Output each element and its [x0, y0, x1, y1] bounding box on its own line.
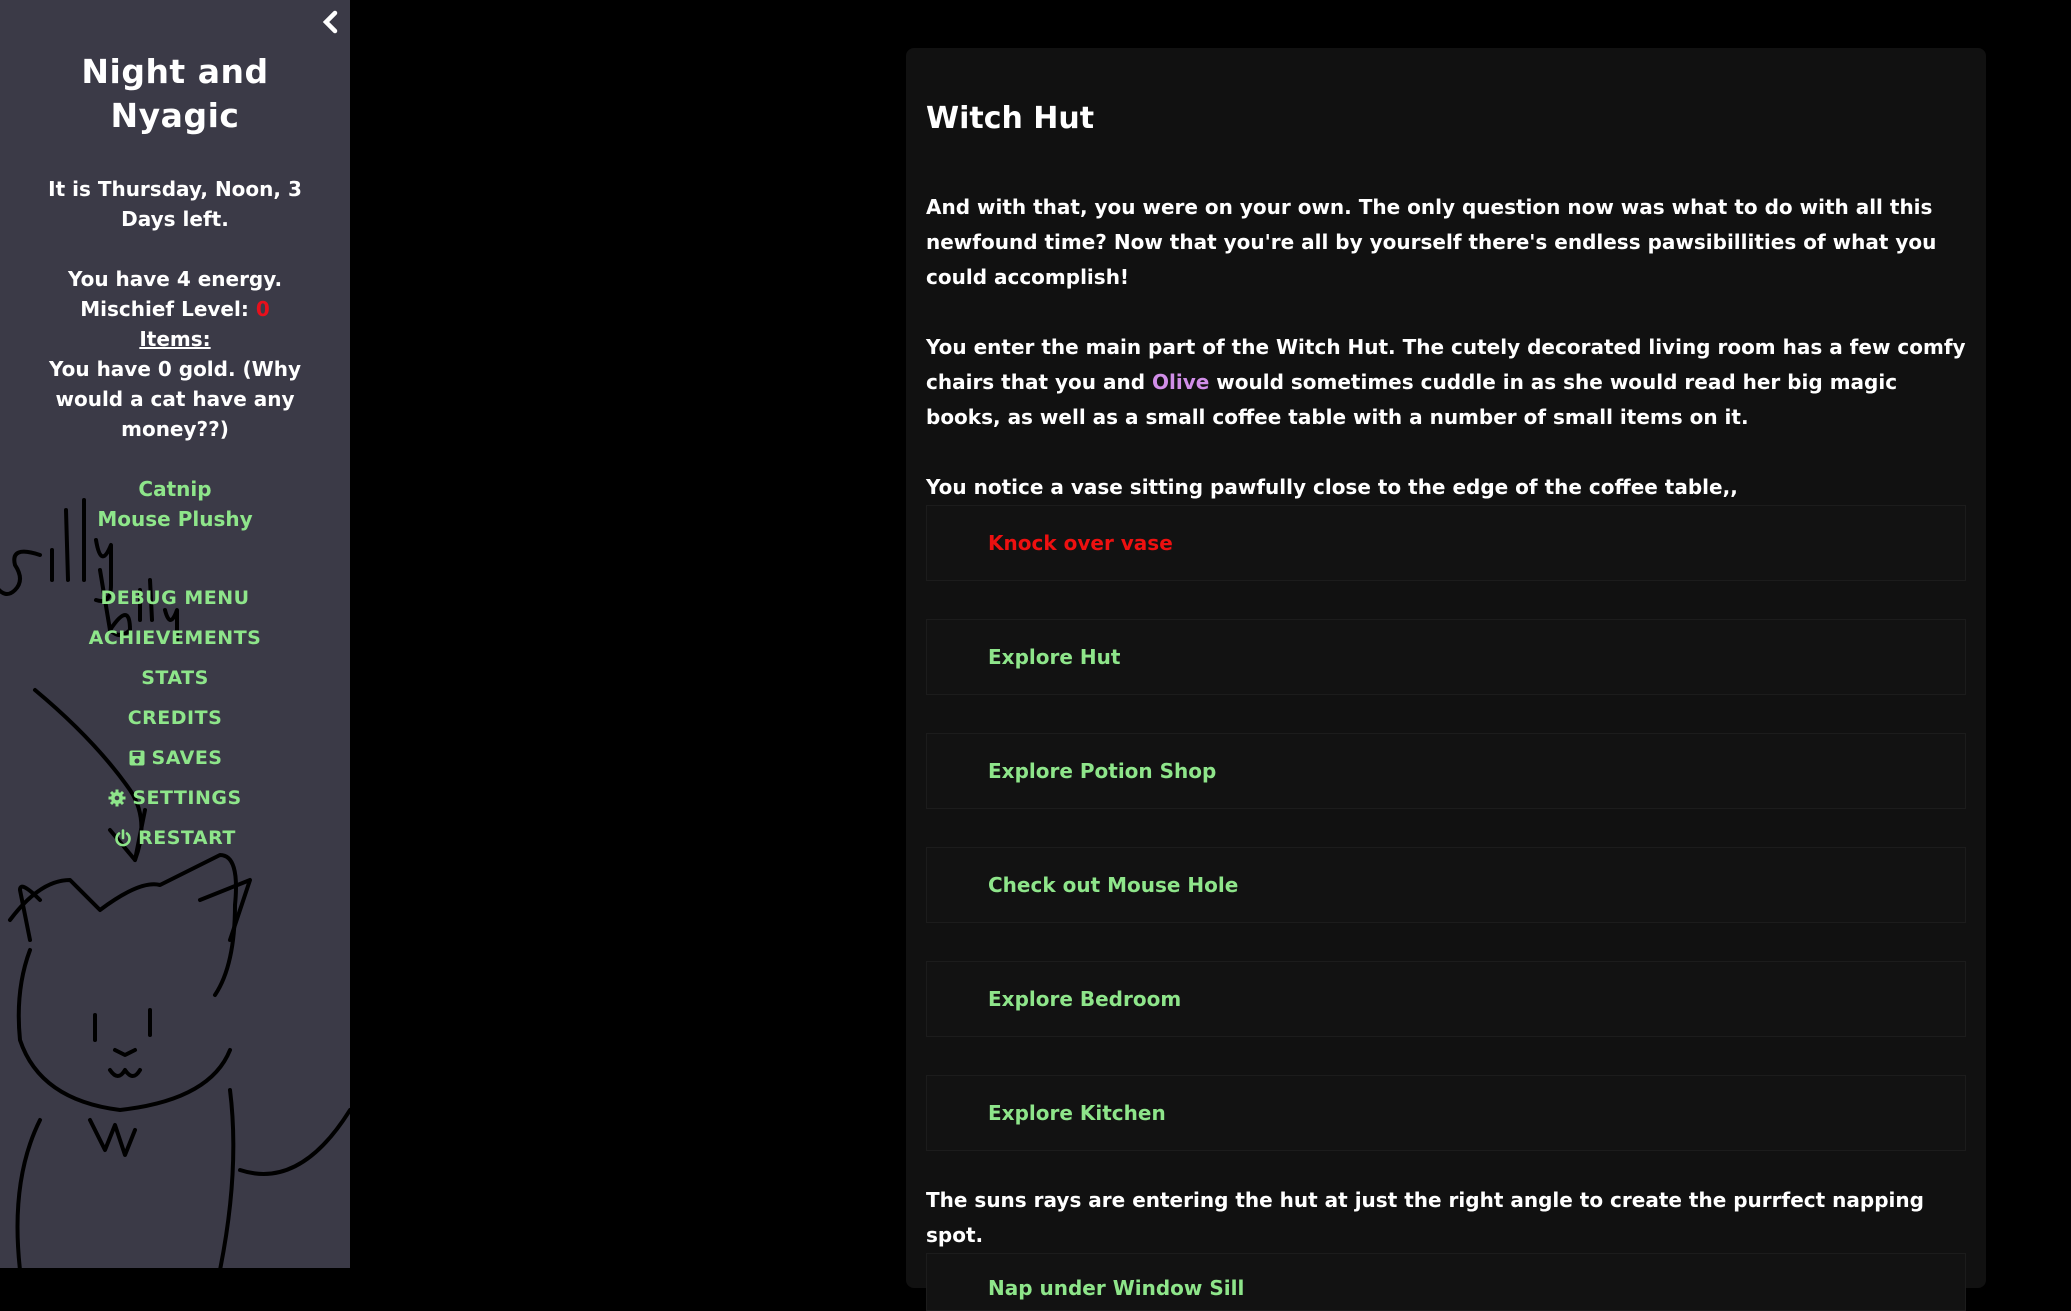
choice-explore-kitchen[interactable]: Explore Kitchen [926, 1075, 1966, 1151]
choice-nap-under-window-sill[interactable]: Nap under Window Sill [926, 1253, 1966, 1311]
inventory-item[interactable]: Catnip [18, 474, 332, 504]
day-status: It is Thursday, Noon, 3 Days left. [48, 177, 302, 231]
choice-label: Explore Potion Shop [988, 759, 1217, 783]
choice-label: Explore Hut [988, 645, 1121, 669]
collapse-sidebar-button[interactable] [318, 8, 342, 36]
choice-explore-hut[interactable]: Explore Hut [926, 619, 1966, 695]
credits-link[interactable]: CREDITS [18, 698, 332, 738]
inventory-list: Catnip Mouse Plushy [18, 474, 332, 534]
mischief-label: Mischief Level: [80, 297, 249, 321]
passage-paragraph: And with that, you were on your own. The… [926, 195, 1937, 289]
saves-label: SAVES [151, 747, 223, 769]
credits-label: CREDITS [127, 707, 223, 729]
choice-label: Explore Bedroom [988, 987, 1182, 1011]
debug-menu-label: DEBUG MENU [100, 587, 250, 609]
choice-explore-bedroom[interactable]: Explore Bedroom [926, 961, 1966, 1037]
gold-status: You have 0 gold. (Why would a cat have a… [48, 357, 302, 441]
sidebar-content: Night and Nyagic It is Thursday, Noon, 3… [0, 50, 350, 858]
sidebar: Night and Nyagic It is Thursday, Noon, 3… [0, 0, 350, 1268]
stats-label: STATS [141, 667, 209, 689]
mischief-value: 0 [255, 297, 270, 321]
restart-label: RESTART [138, 827, 236, 849]
sidebar-menu: DEBUG MENU ACHIEVEMENTS STATS CREDITS SA… [18, 578, 332, 858]
passage-paragraph: You enter the main part of the Witch Hut… [926, 330, 1966, 435]
saves-button[interactable]: SAVES [18, 738, 332, 778]
debug-menu-link[interactable]: DEBUG MENU [18, 578, 332, 618]
choice-explore-potion-shop[interactable]: Explore Potion Shop [926, 733, 1966, 809]
energy-status: You have 4 energy. [67, 267, 283, 291]
passage-paragraph: The suns rays are entering the hut at ju… [926, 1188, 1924, 1247]
settings-button[interactable]: SETTINGS [18, 778, 332, 818]
choice-label: Knock over vase [988, 531, 1173, 555]
items-label: Items: [139, 327, 211, 351]
inventory-item[interactable]: Mouse Plushy [18, 504, 332, 534]
choice-knock-over-vase[interactable]: Knock over vase [926, 505, 1966, 581]
choice-check-out-mouse-hole[interactable]: Check out Mouse Hole [926, 847, 1966, 923]
power-icon [115, 829, 131, 847]
achievements-label: ACHIEVEMENTS [88, 627, 262, 649]
restart-button[interactable]: RESTART [18, 818, 332, 858]
save-disk-icon [129, 750, 145, 766]
choice-label: Explore Kitchen [988, 1101, 1166, 1125]
gear-icon [108, 789, 126, 807]
chevron-left-icon [322, 10, 338, 34]
passage-panel: Witch Hut And with that, you were on you… [906, 48, 1986, 1311]
story-title: Night and Nyagic [81, 52, 269, 135]
mischief-status: Mischief Level: 0 [18, 294, 332, 324]
choice-label: Check out Mouse Hole [988, 873, 1239, 897]
passage-title: Witch Hut [926, 101, 1095, 136]
choice-label: Nap under Window Sill [988, 1276, 1245, 1300]
character-name-olive: Olive [1152, 370, 1210, 394]
status-panel: It is Thursday, Noon, 3 Days left. You h… [18, 174, 332, 444]
stats-link[interactable]: STATS [18, 658, 332, 698]
settings-label: SETTINGS [132, 787, 242, 809]
passage-paragraph: You notice a vase sitting pawfully close… [926, 475, 1738, 499]
achievements-link[interactable]: ACHIEVEMENTS [18, 618, 332, 658]
